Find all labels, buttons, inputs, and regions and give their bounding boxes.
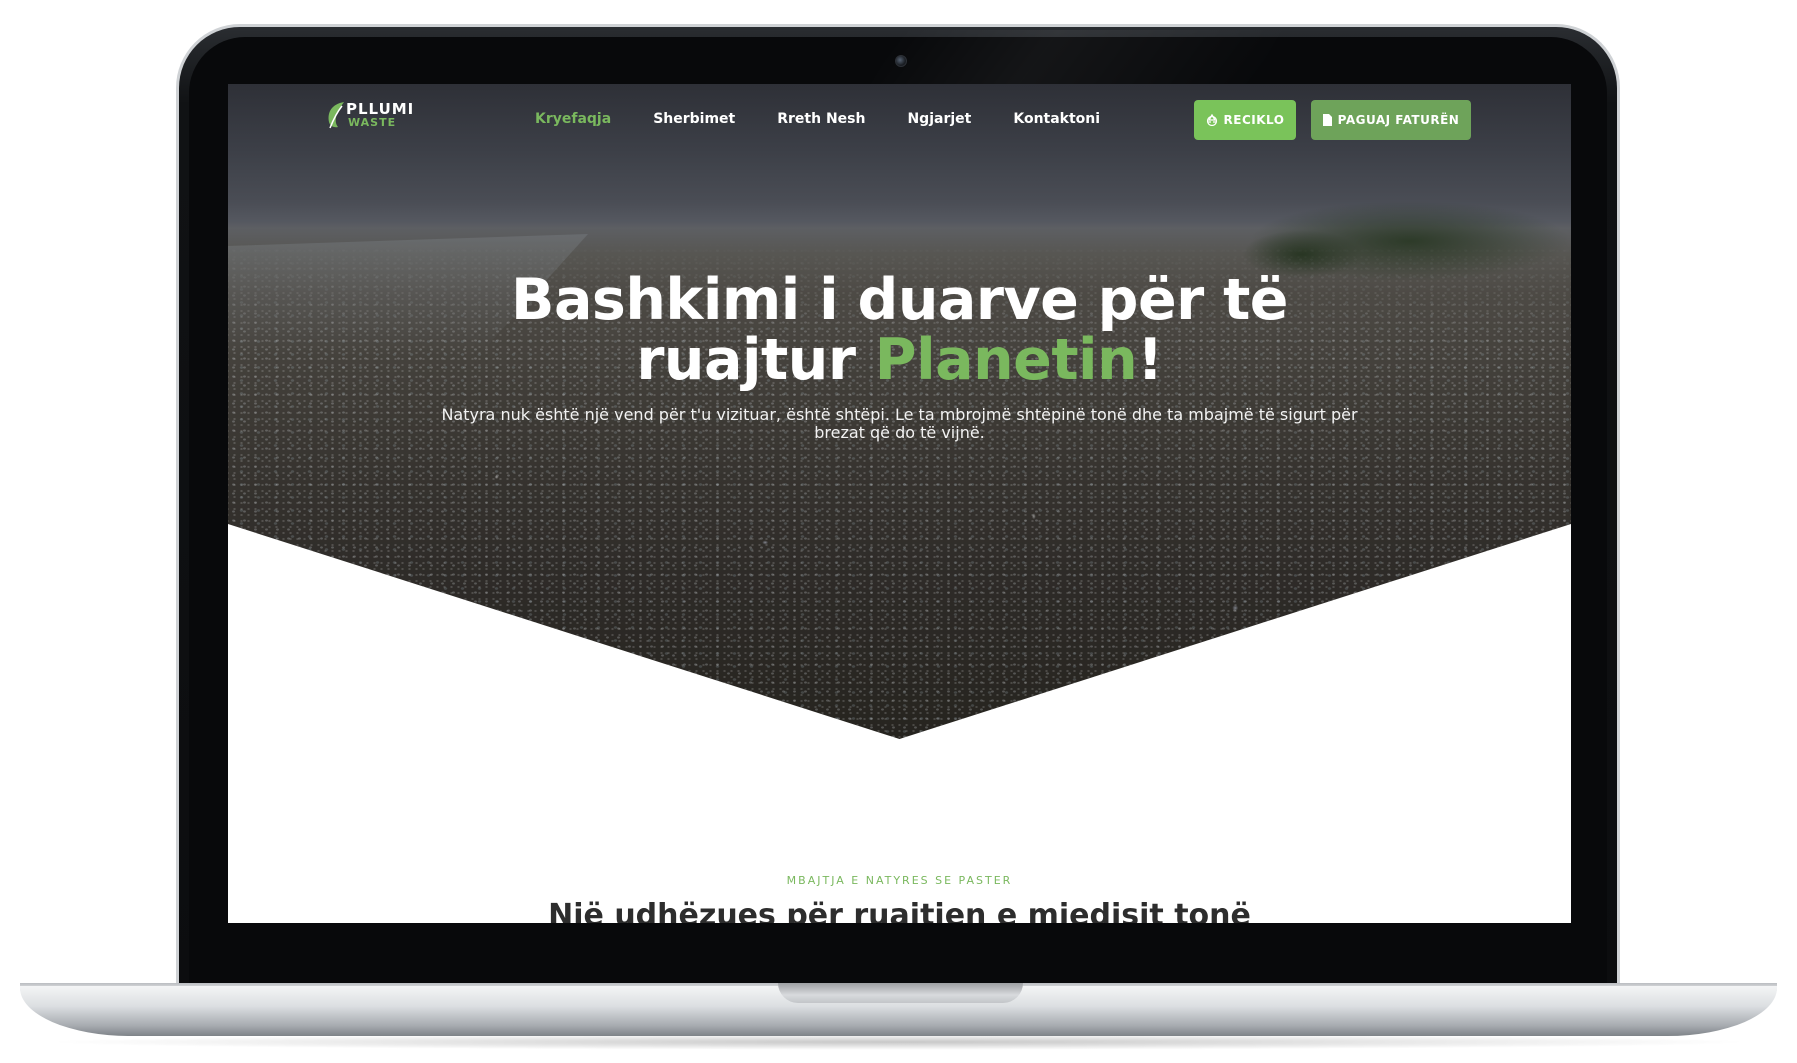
leaf-icon (328, 102, 344, 129)
section-title: Një udhëzues për ruajtjen e mjedisit ton… (548, 898, 1251, 923)
nav-item-ngjarjet[interactable]: Ngjarjet (907, 111, 971, 127)
logo-text-secondary: WASTE (348, 116, 397, 129)
nav-item-rreth-nesh[interactable]: Rreth Nesh (777, 111, 865, 127)
section-eyebrow: MBAJTJA E NATYRES SE PASTER (786, 874, 1013, 887)
laptop-mockup: PLLUMI WASTE Kryefaqja Sherbimet Rreth N… (0, 0, 1797, 1063)
hero-subtitle: Natyra nuk është një vend për t'u vizitu… (441, 405, 1358, 442)
laptop-opening-notch (778, 983, 1023, 1003)
top-navigation: PLLUMI WASTE Kryefaqja Sherbimet Rreth N… (228, 84, 1571, 154)
hero-title-end: ! (1137, 327, 1163, 393)
nav-item-sherbimet[interactable]: Sherbimet (653, 111, 735, 127)
laptop-shadow (40, 1034, 1757, 1050)
hero-title-accent: Planetin (874, 327, 1138, 393)
recycle-button-label: RECIKLO (1223, 113, 1285, 127)
hero-title-line1: Bashkimi i duarve për të (511, 267, 1288, 333)
hero-title: Bashkimi i duarve për të ruajtur Planeti… (228, 270, 1571, 390)
pay-invoice-button[interactable]: PAGUAJ FATURËN (1311, 100, 1471, 140)
recycle-icon (1206, 114, 1217, 126)
main-menu: Kryefaqja Sherbimet Rreth Nesh Ngjarjet … (535, 111, 1100, 127)
nav-item-kontaktoni[interactable]: Kontaktoni (1013, 111, 1100, 127)
document-icon (1322, 114, 1332, 126)
nav-item-kryefaqja[interactable]: Kryefaqja (535, 111, 611, 127)
recycle-button[interactable]: RECIKLO (1194, 100, 1296, 140)
pay-invoice-label: PAGUAJ FATURËN (1337, 113, 1460, 127)
site-logo[interactable]: PLLUMI WASTE (326, 98, 416, 132)
hero-title-line2-start: ruajtur (636, 327, 875, 393)
website-screen: PLLUMI WASTE Kryefaqja Sherbimet Rreth N… (228, 84, 1571, 923)
webcam (895, 55, 907, 67)
